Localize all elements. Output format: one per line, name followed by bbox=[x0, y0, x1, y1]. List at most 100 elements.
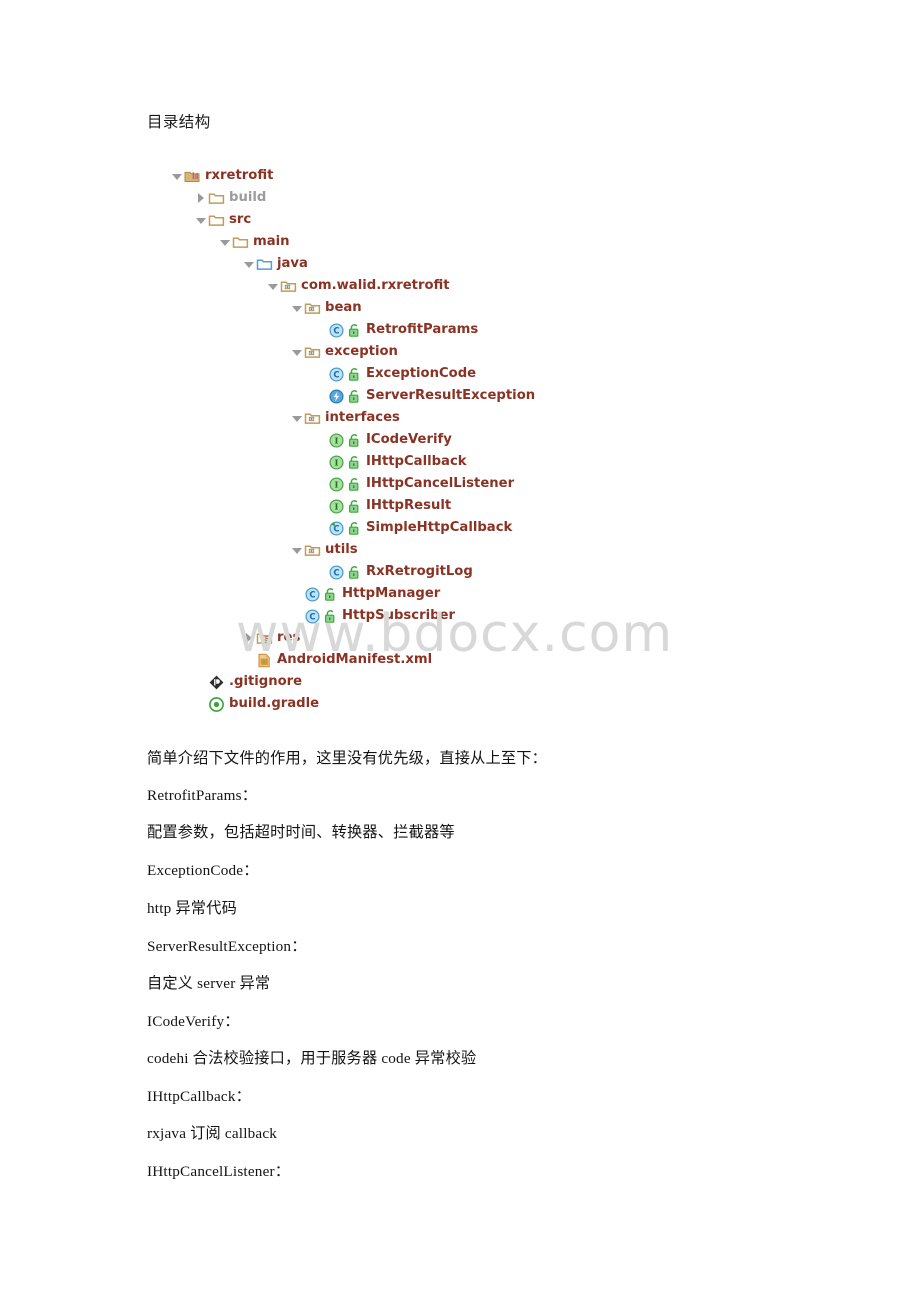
page-title: 目录结构 bbox=[147, 114, 211, 131]
lock-icon bbox=[348, 499, 361, 514]
source-folder-icon bbox=[256, 256, 273, 273]
tree-row[interactable]: res bbox=[0, 627, 920, 649]
body-paragraph: ICodeVerify： bbox=[147, 1013, 240, 1030]
tree-row[interactable]: .gitignore bbox=[0, 671, 920, 693]
tree-row[interactable]: src bbox=[0, 209, 920, 231]
chevron-down-icon[interactable] bbox=[218, 231, 232, 253]
package-icon bbox=[280, 278, 297, 295]
tree-item-label: com.walid.rxretrofit bbox=[301, 278, 450, 293]
interface-icon: I bbox=[328, 476, 345, 493]
tree-item-label: src bbox=[229, 212, 252, 227]
manifest-xml-icon bbox=[256, 652, 273, 669]
tree-row[interactable]: interfaces bbox=[0, 407, 920, 429]
package-icon bbox=[304, 344, 321, 361]
tree-item-label: IHttpCancelListener bbox=[366, 476, 515, 491]
tree-item-label: HttpManager bbox=[342, 586, 441, 601]
tree-row[interactable]: utils bbox=[0, 539, 920, 561]
tree-row[interactable]: ServerResultException bbox=[0, 385, 920, 407]
tree-item-label: utils bbox=[325, 542, 358, 557]
svg-text:I: I bbox=[335, 457, 339, 467]
package-icon bbox=[304, 542, 321, 559]
chevron-down-icon[interactable] bbox=[266, 275, 280, 297]
tree-item-label: exception bbox=[325, 344, 398, 359]
body-paragraph: 自定义 server 异常 bbox=[147, 975, 271, 992]
interface-icon: I bbox=[328, 432, 345, 449]
lock-icon bbox=[348, 323, 361, 338]
tree-row[interactable]: C RxRetrogitLog bbox=[0, 561, 920, 583]
gradle-icon bbox=[208, 696, 225, 713]
tree-row[interactable]: AndroidManifest.xml bbox=[0, 649, 920, 671]
tree-item-label: java bbox=[277, 256, 308, 271]
body-paragraph: 简单介绍下文件的作用，这里没有优先级，直接从上至下： bbox=[147, 750, 548, 767]
tree-row[interactable]: com.walid.rxretrofit bbox=[0, 275, 920, 297]
folder-icon bbox=[208, 212, 225, 229]
body-paragraph: IHttpCancelListener： bbox=[147, 1163, 291, 1180]
tree-item-label: ExceptionCode bbox=[366, 366, 477, 381]
tree-row[interactable]: I IHttpCallback bbox=[0, 451, 920, 473]
tree-row[interactable]: bean bbox=[0, 297, 920, 319]
body-paragraph: codehi 合法校验接口，用于服务器 code 异常校验 bbox=[147, 1050, 477, 1067]
svg-text:I: I bbox=[335, 435, 339, 445]
lock-icon bbox=[348, 367, 361, 382]
chevron-right-icon[interactable] bbox=[242, 627, 256, 649]
chevron-down-icon[interactable] bbox=[170, 165, 184, 187]
tree-row[interactable]: I ICodeVerify bbox=[0, 429, 920, 451]
tree-row[interactable]: C SimpleHttpCallback bbox=[0, 517, 920, 539]
svg-text:C: C bbox=[309, 611, 315, 621]
tree-row[interactable]: I IHttpResult bbox=[0, 495, 920, 517]
class-icon: C bbox=[304, 586, 321, 603]
chevron-down-icon[interactable] bbox=[290, 341, 304, 363]
lock-icon bbox=[348, 389, 361, 404]
tree-row[interactable]: exception bbox=[0, 341, 920, 363]
tree-row[interactable]: java bbox=[0, 253, 920, 275]
tree-row[interactable]: C HttpSubscriber bbox=[0, 605, 920, 627]
project-tree: rxretrofit build src main java com.walid.rxre… bbox=[0, 165, 920, 715]
body-paragraph: http 异常代码 bbox=[147, 900, 237, 917]
lock-icon bbox=[348, 565, 361, 580]
lock-icon bbox=[324, 609, 337, 624]
chevron-right-icon[interactable] bbox=[194, 187, 208, 209]
tree-row[interactable]: build.gradle bbox=[0, 693, 920, 715]
tree-item-label: ICodeVerify bbox=[366, 432, 452, 447]
tree-item-label: AndroidManifest.xml bbox=[277, 652, 433, 667]
tree-row[interactable]: I IHttpCancelListener bbox=[0, 473, 920, 495]
tree-item-label: SimpleHttpCallback bbox=[366, 520, 513, 535]
class-icon: C bbox=[328, 564, 345, 581]
tree-row[interactable]: C HttpManager bbox=[0, 583, 920, 605]
interface-icon: I bbox=[328, 454, 345, 471]
git-icon bbox=[208, 674, 225, 691]
lock-icon bbox=[348, 455, 361, 470]
body-paragraph: 配置参数，包括超时时间、转换器、拦截器等 bbox=[147, 824, 455, 841]
chevron-down-icon[interactable] bbox=[290, 539, 304, 561]
chevron-down-icon[interactable] bbox=[194, 209, 208, 231]
tree-item-label: RxRetrogitLog bbox=[366, 564, 473, 579]
tree-row[interactable]: build bbox=[0, 187, 920, 209]
lock-icon bbox=[348, 433, 361, 448]
tree-item-label: HttpSubscriber bbox=[342, 608, 455, 623]
body-paragraph: rxjava 订阅 callback bbox=[147, 1125, 278, 1142]
tree-row[interactable]: C RetrofitParams bbox=[0, 319, 920, 341]
resource-folder-icon bbox=[256, 630, 273, 647]
tree-row[interactable]: C ExceptionCode bbox=[0, 363, 920, 385]
chevron-down-icon[interactable] bbox=[290, 297, 304, 319]
svg-text:C: C bbox=[333, 567, 339, 577]
chevron-down-icon[interactable] bbox=[290, 407, 304, 429]
chevron-down-icon[interactable] bbox=[242, 253, 256, 275]
module-folder-icon bbox=[184, 168, 201, 185]
tree-row[interactable]: main bbox=[0, 231, 920, 253]
body-paragraph: RetrofitParams： bbox=[147, 787, 258, 804]
tree-item-label: IHttpResult bbox=[366, 498, 452, 513]
body-paragraph: ExceptionCode： bbox=[147, 862, 259, 879]
tree-row[interactable]: rxretrofit bbox=[0, 165, 920, 187]
svg-text:I: I bbox=[335, 501, 339, 511]
tree-item-label: interfaces bbox=[325, 410, 400, 425]
body-paragraph: ServerResultException： bbox=[147, 938, 307, 955]
